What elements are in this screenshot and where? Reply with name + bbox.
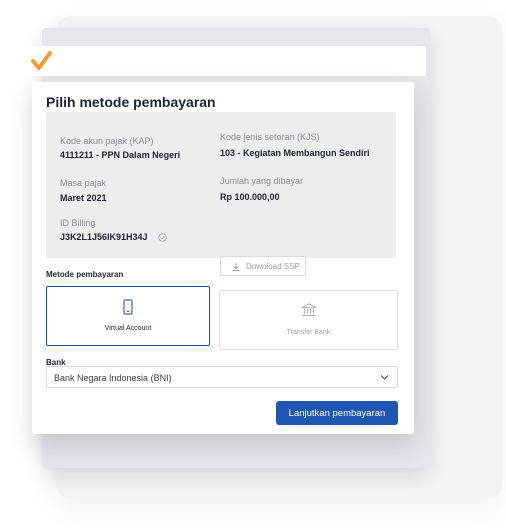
phone-icon [123, 299, 133, 315]
page-title: Pilih metode pembayaran [46, 94, 216, 110]
masa-pajak-value: Maret 2021 [60, 193, 107, 203]
kap-label: Kode akun pajak (KAP) [60, 136, 154, 146]
virtual-account-label: Virtual Account [104, 325, 152, 332]
verified-check-icon [158, 233, 167, 242]
download-icon [232, 263, 240, 271]
jumlah-value: Rp 100.000,00 [220, 192, 280, 202]
payment-method-label: Metode pembayaran [46, 270, 124, 279]
checkmark-icon [31, 51, 52, 70]
bank-select[interactable]: Bank Negara Indonesia (BNI) [46, 366, 398, 388]
masa-pajak-label: Masa pajak [60, 178, 107, 188]
kjs-label: Kode jenis setoran (KJS) [220, 132, 320, 142]
jumlah-label: Jumlah yang dibayar [220, 176, 304, 186]
method-virtual-account[interactable]: Virtual Account [46, 286, 210, 346]
kjs-value: 103 - Kegiatan Membangun Sendiri [220, 148, 370, 158]
kap-value: 4111211 - PPN Dalam Negeri [60, 150, 181, 160]
continue-payment-button[interactable]: Lanjutkan pembayaran [276, 401, 398, 425]
download-ssp-button[interactable]: Download SSP [220, 256, 306, 276]
chevron-down-icon [380, 375, 389, 380]
bank-icon [301, 303, 316, 316]
payment-method-card: Pilih metode pembayaran Kode akun pajak … [32, 82, 414, 434]
header-strip [22, 46, 426, 76]
billing-id-label: ID Billing [60, 218, 96, 228]
method-transfer-bank[interactable]: Transfer Bank [219, 290, 398, 350]
bank-select-value: Bank Negara Indonesia (BNI) [54, 373, 172, 383]
billing-id-value: J3K2L1J56IK91H34J [60, 232, 148, 242]
download-ssp-label: Download SSP [246, 262, 300, 271]
transfer-bank-label: Transfer Bank [286, 329, 331, 336]
billing-info-panel: Kode akun pajak (KAP) 4111211 - PPN Dala… [46, 112, 396, 276]
